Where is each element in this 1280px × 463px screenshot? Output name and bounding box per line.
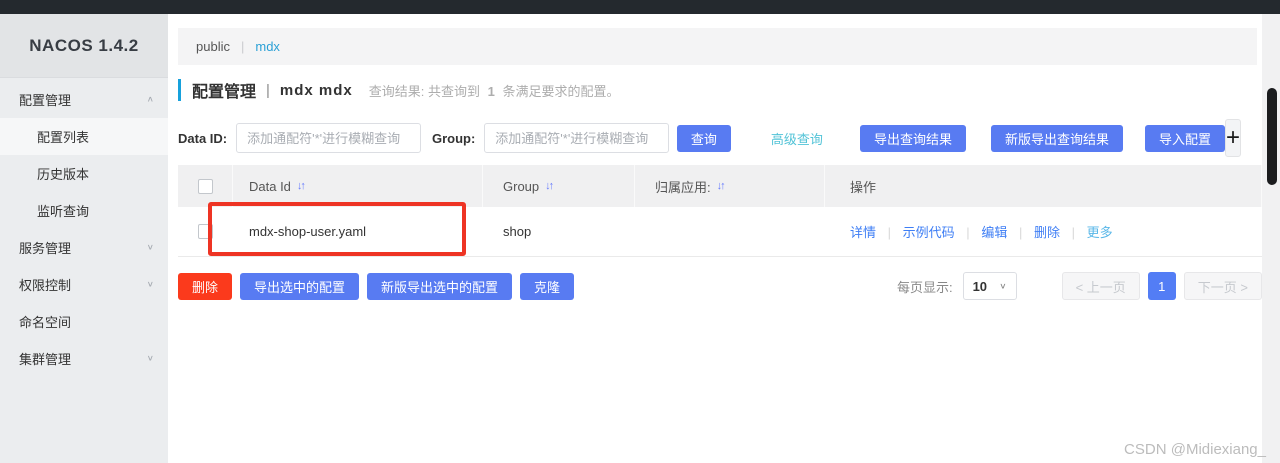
row-checkbox[interactable]: [198, 224, 213, 239]
sort-icon[interactable]: ↓↑: [297, 180, 306, 192]
action-separator: |: [966, 225, 970, 240]
group-input[interactable]: [484, 123, 670, 153]
select-all-cell: [178, 165, 233, 207]
breadcrumb: public | mdx: [178, 28, 1257, 65]
row-select-cell: [178, 224, 233, 239]
sidebar-item-label: 集群管理: [19, 352, 72, 367]
page-header: 配置管理 | mdx mdx 查询结果: 共查询到 1 条满足要求的配置。: [178, 76, 1257, 104]
action-separator: |: [1018, 225, 1023, 240]
data-id-input[interactable]: [236, 123, 422, 153]
config-table: Data Id ↓↑ Group ↓↑ 归属应用: ↓↑ 操作 mdx-shop…: [178, 165, 1262, 257]
page-size-label: 每页显示:: [896, 279, 953, 295]
sidebar-item-label: 历史版本: [37, 167, 90, 182]
top-bar: [0, 0, 1280, 14]
sidebar-item-label: 命名空间: [19, 315, 72, 330]
query-result-text: 查询结果: 共查询到 1 条满足要求的配置。: [369, 81, 620, 100]
action-edit[interactable]: 编辑: [981, 225, 1007, 240]
scrollbar-thumb[interactable]: [1267, 88, 1277, 185]
row-actions: 详情 | 示例代码 | 编辑 | 删除 | 更多: [825, 222, 1262, 241]
sort-icon[interactable]: ↓↑: [545, 180, 554, 192]
page-size-select[interactable]: 10 ∨: [962, 272, 1017, 300]
sidebar-item-cluster-management[interactable]: 集群管理 ∨: [0, 340, 168, 377]
export-results-new-button[interactable]: 新版导出查询结果: [990, 124, 1123, 152]
row-data-id[interactable]: mdx-shop-user.yaml: [233, 224, 483, 239]
action-sample-code[interactable]: 示例代码: [903, 225, 955, 240]
action-more[interactable]: 更多: [1087, 225, 1113, 240]
main-content: public | mdx 配置管理 | mdx mdx 查询结果: 共查询到 1…: [168, 14, 1280, 463]
action-detail[interactable]: 详情: [850, 225, 876, 240]
plus-icon: +: [1225, 124, 1240, 151]
clone-button[interactable]: 克隆: [520, 272, 575, 300]
app-logo: NACOS 1.4.2: [0, 14, 168, 78]
breadcrumb-current-namespace[interactable]: mdx: [255, 39, 280, 54]
advanced-search-link[interactable]: 高级查询: [771, 129, 823, 148]
group-label: Group:: [431, 130, 476, 146]
header-actions: 操作: [825, 165, 1262, 207]
header-label: 操作: [850, 179, 877, 195]
sidebar-item-label: 服务管理: [19, 241, 72, 256]
sidebar-item-config-list[interactable]: 配置列表: [0, 118, 168, 155]
sidebar-item-label: 权限控制: [19, 278, 72, 293]
chevron-up-icon: ∧: [146, 95, 154, 104]
row-group: shop: [503, 224, 532, 239]
sort-icon[interactable]: ↓↑: [717, 180, 726, 192]
sidebar: NACOS 1.4.2 配置管理 ∧ 配置列表 历史版本 监听查询 服务管理 ∨…: [0, 14, 168, 463]
header-app[interactable]: 归属应用: ↓↑: [635, 165, 825, 207]
sidebar-item-permission-control[interactable]: 权限控制 ∨: [0, 266, 168, 303]
page-title: 配置管理: [192, 84, 257, 101]
delete-button[interactable]: 删除: [178, 272, 233, 300]
chevron-down-icon: ∨: [146, 280, 154, 289]
page-title-separator: |: [266, 81, 270, 99]
header-label: Data Id: [249, 178, 291, 194]
export-results-button[interactable]: 导出查询结果: [859, 124, 966, 152]
breadcrumb-namespace[interactable]: public: [196, 39, 230, 54]
sidebar-item-history-versions[interactable]: 历史版本: [0, 155, 168, 192]
watermark: CSDN @Midiexiang_: [1124, 441, 1266, 458]
search-button[interactable]: 查询: [676, 124, 731, 152]
import-config-button[interactable]: 导入配置: [1144, 124, 1225, 152]
chevron-down-icon: ∨: [146, 354, 154, 363]
header-label: 归属应用:: [655, 179, 711, 195]
pagination: < 上一页 1 下一页 >: [1061, 272, 1262, 300]
sidebar-item-label: 监听查询: [37, 204, 90, 219]
scrollbar-track: [1262, 14, 1280, 463]
footer-toolbar: 删除 导出选中的配置 新版导出选中的配置 克隆 每页显示: 10 ∨ < 上一页…: [178, 272, 1262, 300]
chevron-down-icon: ∨: [146, 243, 154, 252]
action-separator: |: [1071, 225, 1075, 240]
breadcrumb-separator: |: [240, 39, 245, 54]
sidebar-item-listener-query[interactable]: 监听查询: [0, 192, 168, 229]
header-data-id[interactable]: Data Id ↓↑: [233, 165, 483, 207]
accent-bar: [178, 79, 181, 101]
page-subtitle: mdx mdx: [279, 81, 353, 99]
header-label: Group: [503, 178, 540, 194]
export-selected-button[interactable]: 导出选中的配置: [240, 272, 360, 300]
query-result-suffix: 条满足要求的配置。: [502, 83, 620, 99]
action-separator: |: [887, 225, 892, 240]
add-config-button[interactable]: +: [1224, 119, 1241, 157]
current-page-button[interactable]: 1: [1147, 272, 1176, 300]
header-group[interactable]: Group ↓↑: [483, 165, 635, 207]
table-header-row: Data Id ↓↑ Group ↓↑ 归属应用: ↓↑ 操作: [178, 165, 1262, 207]
page-size-value: 10: [972, 278, 988, 294]
sidebar-item-label: 配置管理: [19, 93, 72, 108]
sidebar-item-label: 配置列表: [37, 130, 90, 145]
prev-page-button[interactable]: < 上一页: [1061, 272, 1140, 300]
action-delete[interactable]: 删除: [1034, 225, 1060, 240]
table-row: mdx-shop-user.yaml shop 详情 | 示例代码 | 编辑 |…: [178, 207, 1262, 257]
export-selected-new-button[interactable]: 新版导出选中的配置: [367, 272, 513, 300]
query-result-count: 1: [487, 83, 495, 99]
sidebar-menu: 配置管理 ∧ 配置列表 历史版本 监听查询 服务管理 ∨ 权限控制 ∨ 命名空间…: [0, 78, 168, 377]
sidebar-item-namespace[interactable]: 命名空间: [0, 303, 168, 340]
filter-row: Data ID: Group: 查询 高级查询 导出查询结果 新版导出查询结果 …: [178, 118, 1257, 158]
next-page-button[interactable]: 下一页 >: [1183, 272, 1262, 300]
sidebar-item-config-management[interactable]: 配置管理 ∧: [0, 81, 168, 118]
data-id-label: Data ID:: [178, 130, 228, 146]
select-all-checkbox[interactable]: [197, 178, 213, 194]
chevron-down-icon: ∨: [999, 281, 1007, 291]
sidebar-item-service-management[interactable]: 服务管理 ∨: [0, 229, 168, 266]
query-result-prefix: 查询结果: 共查询到: [368, 83, 481, 99]
